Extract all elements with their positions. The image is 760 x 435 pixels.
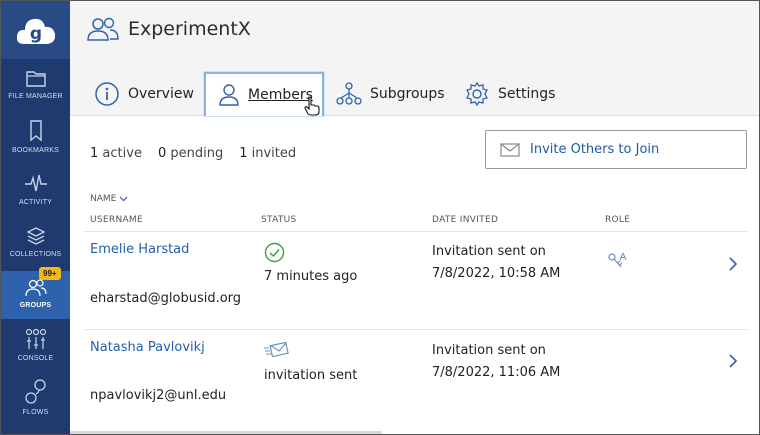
- chevron-right-icon[interactable]: [728, 353, 738, 369]
- tab-members[interactable]: Members: [204, 72, 324, 116]
- column-header-status: STATUS: [261, 215, 297, 225]
- sidebar-item-bookmarks[interactable]: BOOKMARKS: [1, 119, 70, 167]
- cloud-logo-icon: g: [16, 18, 55, 44]
- sidebar-item-flows[interactable]: FLOWS: [1, 379, 70, 427]
- group-icon: [87, 17, 119, 41]
- invite-button-label: Invite Others to Join: [530, 142, 660, 157]
- groups-count-badge: 99+: [39, 267, 61, 280]
- envelope-sent-icon: [264, 341, 289, 358]
- person-icon: [219, 84, 239, 106]
- invite-others-button[interactable]: Invite Others to Join: [485, 130, 747, 169]
- sidebar-item-label: FLOWS: [22, 409, 49, 416]
- tab-label: Overview: [128, 86, 194, 102]
- gear-icon: [466, 81, 488, 107]
- sidebar-item-label: CONSOLE: [17, 355, 54, 362]
- divider: [84, 231, 747, 232]
- admin-key-icon: [608, 252, 627, 268]
- sidebar-item-label: FILE MANAGER: [8, 93, 63, 100]
- tab-settings[interactable]: Settings: [464, 72, 564, 116]
- sidebar-item-label: COLLECTIONS: [9, 251, 62, 258]
- page-title: ExperimentX: [128, 18, 251, 40]
- sidebar-item-activity[interactable]: ACTIVITY: [1, 173, 70, 219]
- pending-count: 0 pending: [157, 146, 224, 161]
- page-title-row: ExperimentX: [86, 16, 251, 42]
- sidebar-item-file-manager[interactable]: FILE MANAGER: [1, 67, 70, 115]
- column-header-date-invited: DATE INVITED: [432, 215, 499, 225]
- sidebar: g FILE MANAGER BOOKMARKS ACTIVITY COLLEC…: [1, 1, 70, 434]
- groups-icon: [24, 279, 47, 297]
- envelope-icon: [500, 142, 520, 157]
- group-header: ExperimentX Overview Members Subgroups S…: [70, 1, 759, 116]
- tab-label: Settings: [498, 86, 556, 102]
- active-count: 1 active: [90, 146, 142, 161]
- console-icon: [25, 328, 46, 349]
- column-header-username: USERNAME: [90, 215, 143, 225]
- activity-icon: [24, 174, 47, 192]
- horizontal-scrollbar[interactable]: [70, 431, 382, 434]
- date-invited: Invitation sent on 7/8/2022, 10:58 AM: [432, 244, 561, 281]
- sidebar-item-label: GROUPS: [19, 302, 52, 309]
- sidebar-item-console[interactable]: CONSOLE: [1, 327, 70, 373]
- app-window: g FILE MANAGER BOOKMARKS ACTIVITY COLLEC…: [0, 0, 760, 435]
- chevron-down-icon: [119, 196, 128, 202]
- sort-label: NAME: [90, 194, 117, 204]
- member-name-link[interactable]: Natasha Pavlovikj: [90, 340, 205, 355]
- member-status: invitation sent: [264, 368, 358, 383]
- check-circle-icon: [264, 242, 285, 263]
- sidebar-item-label: ACTIVITY: [18, 199, 53, 206]
- sort-by-name[interactable]: NAME: [90, 194, 128, 204]
- member-status: 7 minutes ago: [264, 269, 358, 284]
- info-icon: [95, 82, 119, 106]
- tab-subgroups[interactable]: Subgroups: [336, 72, 454, 116]
- date-invited: Invitation sent on 7/8/2022, 11:06 AM: [432, 343, 561, 380]
- hand-cursor-icon: [304, 96, 320, 116]
- member-counts: 1 active 0 pending 1 invited: [90, 146, 296, 161]
- collections-icon: [26, 227, 45, 245]
- member-email: eharstad@globusid.org: [90, 291, 242, 306]
- sidebar-item-label: BOOKMARKS: [12, 147, 59, 154]
- svg-text:g: g: [29, 24, 41, 44]
- chevron-right-icon[interactable]: [728, 256, 738, 272]
- bookmark-icon: [29, 120, 42, 142]
- folder-icon: [25, 71, 46, 87]
- sidebar-item-collections[interactable]: COLLECTIONS: [1, 225, 70, 271]
- member-name-link[interactable]: Emelie Harstad: [90, 242, 189, 257]
- globus-logo[interactable]: g: [1, 1, 70, 59]
- member-email: npavlovikj2@unl.edu: [90, 388, 227, 403]
- column-header-role: ROLE: [605, 215, 631, 225]
- invited-count: 1 invited: [239, 146, 297, 161]
- tab-label: Subgroups: [370, 86, 445, 102]
- flows-icon: [24, 379, 46, 404]
- divider: [84, 329, 747, 330]
- subgroups-icon: [336, 82, 362, 105]
- tab-overview[interactable]: Overview: [94, 72, 204, 116]
